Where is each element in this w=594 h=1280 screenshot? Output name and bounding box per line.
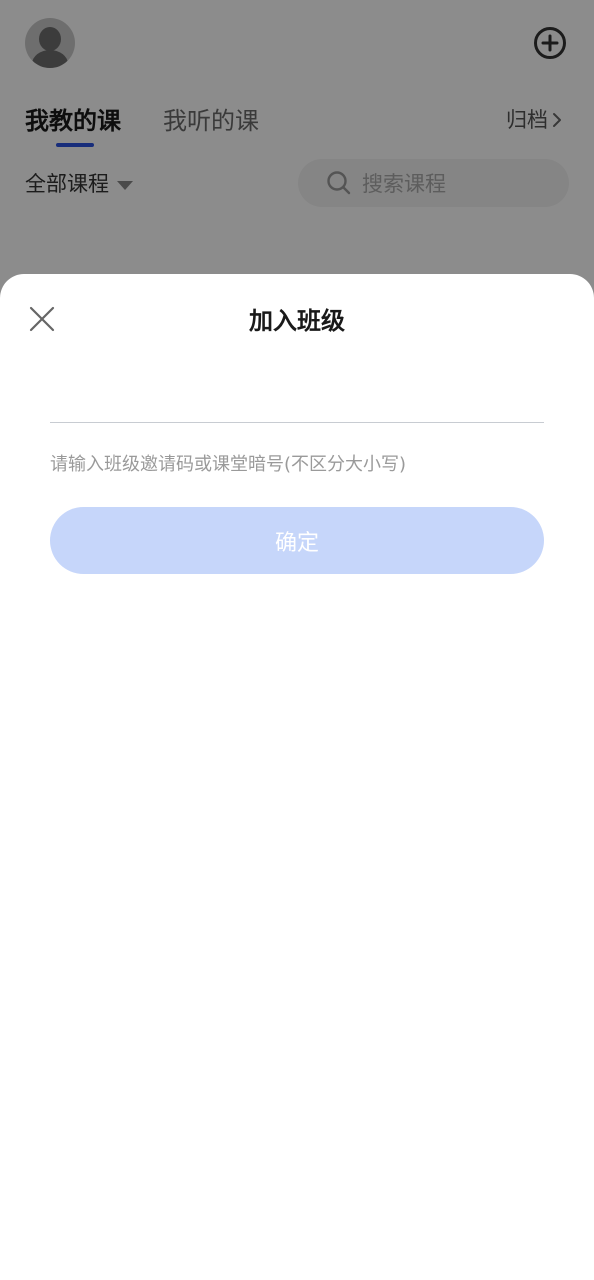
confirm-button[interactable]: 确定 (50, 507, 544, 574)
join-class-sheet (0, 274, 594, 1280)
class-code-input[interactable] (50, 380, 544, 423)
input-hint: 请输入班级邀请码或课堂暗号(不区分大小写) (50, 454, 407, 475)
sheet-title: 加入班级 (249, 307, 345, 335)
